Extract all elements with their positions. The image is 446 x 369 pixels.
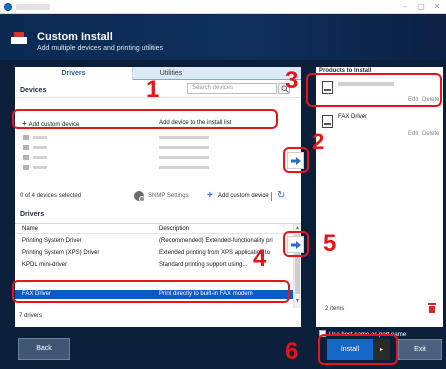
- exit-button[interactable]: Exit: [398, 339, 442, 360]
- trash-icon[interactable]: [428, 303, 436, 313]
- selection-panel: Drivers Utilities Devices Search devices…: [15, 67, 301, 327]
- driver-name: Printing System Driver: [22, 238, 82, 244]
- delete-link[interactable]: Delete: [422, 97, 439, 103]
- driver-row[interactable]: KPDL mini-driver Standard printing suppo…: [15, 261, 293, 270]
- refresh-icon[interactable]: ↻: [277, 190, 285, 201]
- installer-header: Custom Install Add multiple devices and …: [0, 14, 446, 60]
- title-bar: – □ ✕: [0, 0, 446, 14]
- tab-utilities[interactable]: Utilities: [133, 67, 209, 80]
- scroll-down-icon[interactable]: ▼: [295, 298, 300, 304]
- callout-number-5: 5: [323, 230, 337, 257]
- back-button[interactable]: Back: [18, 338, 70, 360]
- driver-description: Print directly to built-in FAX modem: [159, 291, 253, 297]
- printer-icon: [322, 81, 333, 94]
- drivers-label: Drivers: [20, 211, 45, 218]
- scroll-up-icon[interactable]: ▲: [295, 225, 300, 231]
- add-device-arrow-button[interactable]: [287, 152, 304, 169]
- callout-number-1: 1: [146, 76, 160, 103]
- edit-link[interactable]: Edit: [408, 97, 418, 103]
- arrow-right-icon: [291, 157, 301, 165]
- driver-name: FAX Driver: [22, 291, 52, 297]
- install-options-button[interactable]: ▸: [373, 339, 390, 360]
- plus-icon: +: [207, 190, 213, 201]
- hostname-option[interactable]: Use host name as port name: [319, 330, 406, 338]
- device-row[interactable]: [15, 143, 293, 152]
- installer-window: – □ ✕ Custom Install Add multiple device…: [0, 0, 446, 369]
- hostname-label: Use host name as port name: [329, 332, 407, 338]
- driver-row[interactable]: Printing System (XPS) Driver Extended pr…: [15, 249, 293, 258]
- drivers-table-header: Name Description: [15, 224, 293, 234]
- snmp-settings-label: SNMP Settings: [148, 193, 189, 199]
- plus-icon: +: [22, 119, 27, 128]
- page-subtitle: Add multiple devices and printing utilit…: [37, 45, 164, 52]
- arrow-right-icon: [291, 241, 301, 249]
- delete-link[interactable]: Delete: [422, 131, 439, 137]
- add-custom-device-description: Add device to the install list: [159, 120, 232, 126]
- device-row[interactable]: [15, 153, 293, 162]
- products-panel: Products to Install Edit Delete FAX Driv…: [316, 67, 443, 327]
- add-custom-device-button-label: Add custom device: [218, 193, 269, 199]
- device-row[interactable]: [15, 163, 293, 172]
- hostname-checkbox[interactable]: [319, 330, 326, 337]
- add-driver-arrow-button[interactable]: [287, 236, 304, 253]
- add-custom-device-label: Add custom device: [28, 122, 80, 128]
- tab-drivers[interactable]: Drivers: [15, 67, 133, 80]
- drivers-count: 7 drivers: [19, 313, 43, 319]
- product-name: FAX Driver: [338, 114, 368, 120]
- devices-selected-count: 0 of 4 devices selected: [20, 193, 82, 199]
- product-item[interactable]: Edit Delete: [316, 77, 443, 107]
- device-list: + Add custom device Add device to the ins…: [15, 97, 301, 170]
- window-title-redacted: [16, 4, 50, 10]
- product-name-redacted: [338, 82, 394, 86]
- device-icon: [23, 155, 29, 160]
- device-icon: [23, 145, 29, 150]
- maximize-button[interactable]: □: [414, 1, 428, 13]
- close-button[interactable]: ✕: [430, 1, 444, 13]
- minimize-button[interactable]: –: [398, 1, 412, 13]
- callout-number-2: 2: [312, 129, 325, 154]
- fax-icon: [322, 115, 333, 128]
- device-icon: [23, 165, 29, 170]
- driver-name: KPDL mini-driver: [22, 262, 68, 268]
- callout-number-3: 3: [285, 67, 299, 94]
- add-custom-device-row[interactable]: + Add custom device Add device to the ins…: [15, 119, 293, 128]
- printer-icon: [11, 32, 27, 44]
- app-icon: [4, 3, 12, 11]
- product-item[interactable]: FAX Driver Edit Delete: [316, 111, 443, 141]
- driver-name: Printing System (XPS) Driver: [22, 250, 100, 256]
- edit-link[interactable]: Edit: [408, 131, 418, 137]
- driver-row[interactable]: Printing System Driver (Recommended) Ext…: [15, 237, 293, 246]
- device-icon: [23, 135, 29, 140]
- device-footer: 0 of 4 devices selected SNMP Settings + …: [15, 190, 301, 203]
- devices-label: Devices: [20, 87, 47, 94]
- products-count: 2 items: [325, 306, 345, 312]
- column-header-name[interactable]: Name: [22, 224, 38, 234]
- device-row[interactable]: [15, 133, 293, 142]
- callout-number-6: 6: [285, 338, 299, 365]
- products-title: Products to Install: [319, 68, 372, 74]
- install-button[interactable]: Install: [327, 339, 373, 360]
- divider: [271, 192, 272, 201]
- callout-number-4: 4: [253, 245, 267, 272]
- column-header-description[interactable]: Description: [159, 224, 189, 234]
- driver-row-selected[interactable]: FAX Driver Print directly to built-in FA…: [15, 290, 293, 299]
- search-devices-input[interactable]: Search devices: [187, 83, 277, 94]
- driver-description: Standard printing support using...: [159, 262, 248, 268]
- page-title: Custom Install: [37, 31, 113, 43]
- snmp-settings-button[interactable]: SNMP Settings: [134, 191, 206, 202]
